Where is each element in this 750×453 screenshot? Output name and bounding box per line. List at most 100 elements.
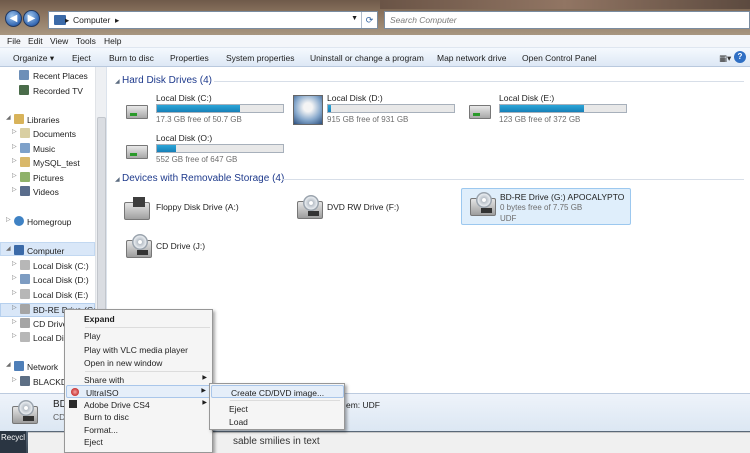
expand-arrow-icon[interactable]: ▷ xyxy=(12,318,17,325)
expand-arrow-icon[interactable]: ▷ xyxy=(12,143,17,150)
drive-free-space: 123 GB free of 372 GB xyxy=(499,115,581,124)
drive-name: BD-RE Drive (G:) APOCALYPTO xyxy=(500,192,625,202)
drive-tile-cd[interactable]: CD Drive (J:) xyxy=(120,231,270,267)
drive-tile-local-disk-d[interactable]: Local Disk (D:) 915 GB free of 931 GB xyxy=(291,93,461,129)
group-header-hard-disk-drives[interactable]: Hard Disk Drives (4) xyxy=(122,75,212,86)
menu-item-label: Play with VLC media player xyxy=(84,345,188,355)
expand-arrow-icon[interactable]: ◢ xyxy=(6,361,11,368)
burn-to-disc-button[interactable]: Burn to disc xyxy=(109,53,154,63)
open-control-panel-button[interactable]: Open Control Panel xyxy=(522,53,597,63)
submenu-arrow-icon: ▶ xyxy=(202,400,207,406)
menu-item-ultraiso[interactable]: UltraISO ▶ xyxy=(66,385,212,398)
back-button[interactable]: ◀ xyxy=(5,10,22,27)
menu-item-label: UltraISO xyxy=(86,388,119,398)
forward-button[interactable]: ▶ xyxy=(23,10,40,27)
menu-item-eject[interactable]: Eject xyxy=(65,435,212,448)
expand-arrow-icon[interactable]: ▷ xyxy=(12,376,17,383)
title-bar: ◀ ▶ ▸ Computer ▸ ▼ ⟳ Search Computer xyxy=(0,0,750,35)
drive-tile-bdre[interactable]: BD-RE Drive (G:) APOCALYPTO 0 bytes free… xyxy=(461,188,631,225)
drive-tile-floppy[interactable]: Floppy Disk Drive (A:) xyxy=(120,192,270,228)
collapse-arrow-icon[interactable]: ◢ xyxy=(115,176,120,183)
refresh-icon[interactable]: ⟳ xyxy=(361,12,377,28)
address-bar[interactable]: ▸ Computer ▸ ▼ ⟳ xyxy=(48,11,378,29)
view-options-icon[interactable]: ▦▾ xyxy=(719,53,731,63)
ultraiso-submenu: Create CD/DVD image... Eject Load xyxy=(209,383,345,430)
drive-tile-local-disk-c[interactable]: Local Disk (C:) 17.3 GB free of 50.7 GB xyxy=(120,93,290,129)
expand-arrow-icon[interactable]: ▷ xyxy=(12,332,17,339)
submenu-arrow-icon: ▶ xyxy=(201,388,206,394)
optical-drive-icon xyxy=(20,318,30,328)
expand-arrow-icon[interactable]: ▷ xyxy=(12,186,17,193)
drive-free-space: 552 GB free of 647 GB xyxy=(156,155,238,164)
drive-name: Local Disk (C:) xyxy=(156,93,212,103)
drive-usage-fill xyxy=(500,105,585,112)
dvd-drive-icon xyxy=(291,195,323,223)
expand-arrow-icon[interactable]: ◢ xyxy=(6,245,11,252)
hard-disk-icon xyxy=(20,260,30,270)
expand-arrow-icon[interactable]: ▷ xyxy=(12,157,17,164)
recorded-tv-icon xyxy=(19,85,29,95)
menu-item-eject[interactable]: Eject xyxy=(210,402,344,415)
menu-separator xyxy=(230,400,340,401)
drive-tile-local-disk-e[interactable]: Local Disk (E:) 123 GB free of 372 GB xyxy=(463,93,633,129)
expand-arrow-icon[interactable]: ▷ xyxy=(6,216,11,223)
expand-arrow-icon[interactable]: ▷ xyxy=(12,289,17,296)
drive-name: Local Disk (O:) xyxy=(156,133,213,143)
hard-disk-icon xyxy=(20,289,30,299)
drive-tile-dvd-rw[interactable]: DVD RW Drive (F:) xyxy=(291,192,441,228)
menu-item-label: Create CD/DVD image... xyxy=(231,388,325,398)
menu-file[interactable]: File xyxy=(7,36,21,46)
map-network-drive-button[interactable]: Map network drive xyxy=(437,53,506,63)
menu-item-expand[interactable]: Expand xyxy=(65,312,212,325)
group-header-removable-storage[interactable]: Devices with Removable Storage (4) xyxy=(122,173,284,184)
menu-tools[interactable]: Tools xyxy=(76,36,96,46)
eject-button[interactable]: Eject xyxy=(72,53,91,63)
nav-label: Recorded TV xyxy=(33,86,83,96)
hard-disk-icon xyxy=(20,274,30,284)
expand-arrow-icon[interactable]: ▷ xyxy=(12,172,17,179)
menu-item-open-new-window[interactable]: Open in new window xyxy=(65,356,212,369)
menu-edit[interactable]: Edit xyxy=(28,36,43,46)
network-icon xyxy=(14,361,24,371)
drive-free-space: 915 GB free of 931 GB xyxy=(327,115,409,124)
menu-item-burn-to-disc[interactable]: Burn to disc xyxy=(65,410,212,423)
menu-item-label: Eject xyxy=(229,404,248,414)
help-icon[interactable]: ? xyxy=(734,51,746,63)
hard-disk-icon xyxy=(463,96,495,124)
drive-name: Local Disk (D:) xyxy=(327,93,383,103)
expand-arrow-icon[interactable]: ▷ xyxy=(12,304,17,311)
chevron-right-icon[interactable]: ▸ xyxy=(65,15,69,26)
submenu-arrow-icon: ▶ xyxy=(202,375,207,381)
breadcrumb-computer[interactable]: Computer xyxy=(73,15,110,25)
menu-view[interactable]: View xyxy=(50,36,68,46)
drive-free-space: 0 bytes free of 7.75 GB xyxy=(500,203,583,212)
menu-item-play-vlc[interactable]: Play with VLC media player xyxy=(65,343,212,356)
menu-help[interactable]: Help xyxy=(104,36,121,46)
system-properties-button[interactable]: System properties xyxy=(226,53,295,63)
address-dropdown-icon[interactable]: ▼ xyxy=(351,15,358,22)
expand-arrow-icon[interactable]: ▷ xyxy=(12,128,17,135)
nav-label: Local Disk (D:) xyxy=(33,275,89,285)
nav-label: Computer xyxy=(27,246,65,256)
drive-usage-fill xyxy=(157,105,241,112)
expand-arrow-icon[interactable]: ◢ xyxy=(6,114,11,121)
drive-free-space: 17.3 GB free of 50.7 GB xyxy=(156,115,242,124)
chevron-right-icon[interactable]: ▸ xyxy=(115,15,119,26)
search-input[interactable]: Search Computer xyxy=(384,11,750,29)
menu-item-label: Load xyxy=(229,417,248,427)
libraries-icon xyxy=(14,114,24,124)
drive-tile-local-disk-o[interactable]: Local Disk (O:) 552 GB free of 647 GB xyxy=(120,133,290,169)
organize-button[interactable]: Organize ▾ xyxy=(13,53,54,64)
properties-button[interactable]: Properties xyxy=(170,53,209,63)
collapse-arrow-icon[interactable]: ◢ xyxy=(115,78,120,85)
menu-item-play[interactable]: Play xyxy=(65,329,212,342)
command-bar: Organize ▾ Eject Burn to disc Properties… xyxy=(0,48,750,67)
menu-item-label: Eject xyxy=(84,437,103,447)
expand-arrow-icon[interactable]: ▷ xyxy=(12,260,17,267)
menu-item-create-image[interactable]: Create CD/DVD image... xyxy=(211,385,344,398)
nav-label: Music xyxy=(33,144,56,154)
recycle-bin-label[interactable]: Recycl xyxy=(0,431,26,453)
menu-item-load[interactable]: Load xyxy=(210,415,344,428)
expand-arrow-icon[interactable]: ▷ xyxy=(12,274,17,281)
uninstall-program-button[interactable]: Uninstall or change a program xyxy=(310,53,424,63)
